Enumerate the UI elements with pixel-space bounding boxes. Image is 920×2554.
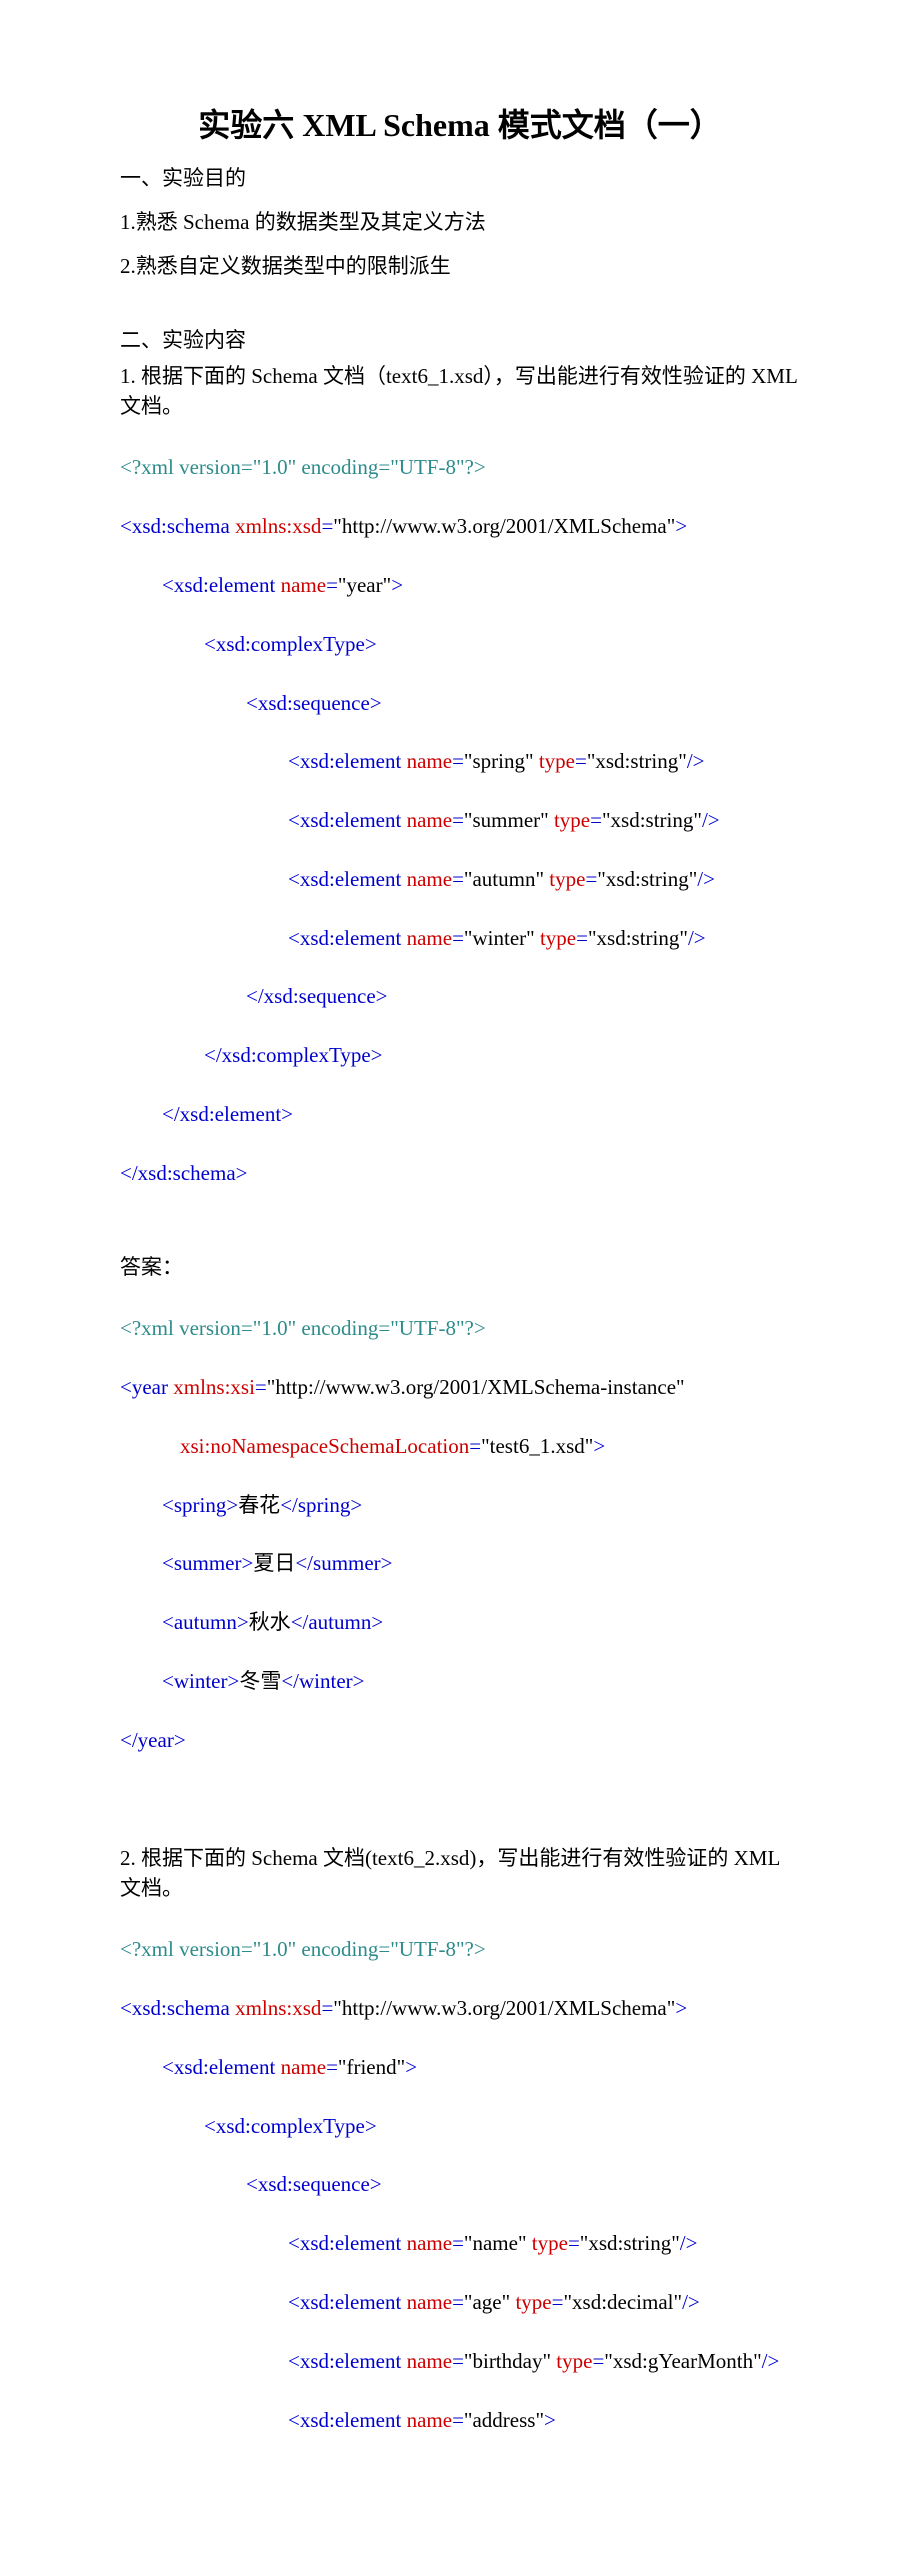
- element-tag: <xsd:element: [162, 573, 275, 597]
- attr-value: "http://www.w3.org/2001/XMLSchema": [333, 514, 675, 538]
- year-open: <year: [120, 1375, 168, 1399]
- complextype-close: </xsd:complexType>: [204, 1043, 383, 1067]
- year-close: </year>: [120, 1728, 186, 1752]
- question-1-intro: 1. 根据下面的 Schema 文档（text6_1.xsd），写出能进行有效性…: [120, 360, 800, 420]
- objective-1: 1.熟悉 Schema 的数据类型及其定义方法: [120, 206, 800, 236]
- schema-open-tag: <xsd:schema: [120, 514, 230, 538]
- sequence-open: <xsd:sequence>: [246, 691, 382, 715]
- schema-location-attr: xsi:noNamespaceSchemaLocation: [180, 1434, 469, 1458]
- question-2-intro: 2. 根据下面的 Schema 文档(text6_2.xsd)，写出能进行有效性…: [120, 1842, 800, 1902]
- answer-1-code: <?xml version="1.0" encoding="UTF-8"?> <…: [120, 1285, 800, 1814]
- complextype-open: <xsd:complexType>: [204, 632, 377, 656]
- document-title: 实验六 XML Schema 模式文档（一）: [120, 100, 800, 146]
- xml-decl: <?xml version="1.0" encoding="UTF-8"?>: [120, 455, 486, 479]
- attr-name: xmlns:xsd: [230, 514, 322, 538]
- section-1-heading: 一、实验目的: [120, 162, 800, 192]
- schema-close: </xsd:schema>: [120, 1161, 248, 1185]
- xml-decl: <?xml version="1.0" encoding="UTF-8"?>: [120, 1316, 486, 1340]
- objective-2: 2.熟悉自定义数据类型中的限制派生: [120, 250, 800, 280]
- sequence-close: </xsd:sequence>: [246, 984, 387, 1008]
- section-2-heading: 二、实验内容: [120, 324, 800, 354]
- schema-2-code: <?xml version="1.0" encoding="UTF-8"?> <…: [120, 1906, 800, 2494]
- document-page: 实验六 XML Schema 模式文档（一） 一、实验目的 1.熟悉 Schem…: [0, 0, 920, 2554]
- answer-label: 答案：: [120, 1251, 800, 1281]
- schema-1-code: <?xml version="1.0" encoding="UTF-8"?> <…: [120, 424, 800, 1247]
- element-close: </xsd:element>: [162, 1102, 293, 1126]
- xml-decl: <?xml version="1.0" encoding="UTF-8"?>: [120, 1937, 486, 1961]
